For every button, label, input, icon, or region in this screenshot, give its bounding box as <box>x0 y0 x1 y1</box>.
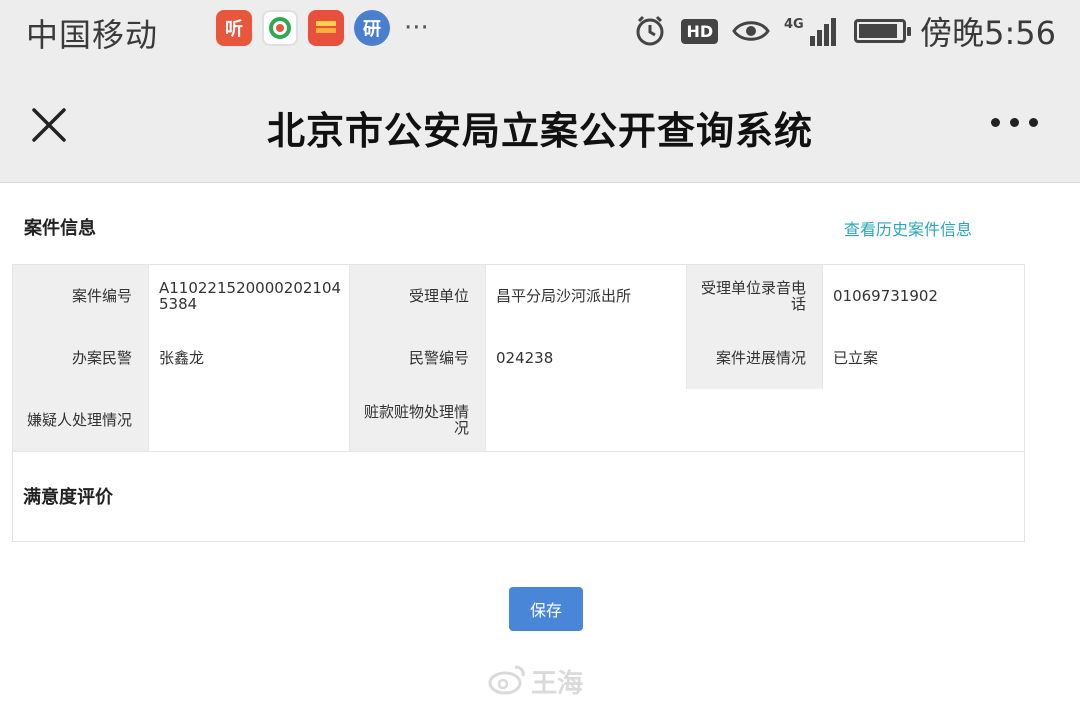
suspect-handling-label: 嫌疑人处理情况 <box>13 389 149 451</box>
table-row: 办案民警 张鑫龙 民警编号 024238 案件进展情况 已立案 <box>13 327 1024 390</box>
clock-time: 傍晚5:56 <box>920 14 1056 52</box>
huawei-app-icon <box>308 10 344 46</box>
case-info-heading: 案件信息 <box>24 218 96 239</box>
battery-icon <box>854 19 912 43</box>
officer-label: 办案民警 <box>13 327 149 389</box>
status-indicators: HD 4G 傍晚5:56 <box>633 8 1056 54</box>
unit-phone-value: 01069731902 <box>823 265 1024 327</box>
case-progress-value: 已立案 <box>823 327 1024 389</box>
view-history-link[interactable]: 查看历史案件信息 <box>844 216 972 240</box>
unit-phone-label: 受理单位录音电话 <box>687 265 823 327</box>
title-bar: 北京市公安局立案公开查询系统 <box>0 62 1080 183</box>
notification-app-icons: 听 研 ··· <box>216 10 429 46</box>
table-row: 嫌疑人处理情况 赃款赃物处理情况 <box>13 389 1024 452</box>
officer-id-value: 024238 <box>486 327 687 389</box>
officer-value: 张鑫龙 <box>149 327 350 389</box>
hd-icon: HD <box>681 18 719 44</box>
case-progress-label: 案件进展情况 <box>687 327 823 389</box>
handling-unit-label: 受理单位 <box>350 265 486 327</box>
stolen-goods-handling-label: 赃款赃物处理情况 <box>350 389 486 451</box>
network-type-label: 4G <box>784 17 804 32</box>
yan-app-icon-label: 研 <box>363 19 381 40</box>
signal-4g-icon: 4G <box>784 14 840 48</box>
weibo-watermark: 王海 <box>487 662 583 700</box>
watermark-text: 王海 <box>531 668 584 699</box>
save-button[interactable]: 保存 <box>509 587 583 631</box>
case-info-table: 案件编号 A1102215200002021045384 受理单位 昌平分局沙河… <box>12 264 1025 542</box>
suspect-handling-value <box>149 389 350 451</box>
handling-unit-value: 昌平分局沙河派出所 <box>486 265 687 327</box>
officer-id-label: 民警编号 <box>350 327 486 389</box>
page-title: 北京市公安局立案公开查询系统 <box>266 109 813 153</box>
browser-app-icon <box>262 10 298 46</box>
satisfaction-heading: 满意度评价 <box>23 487 113 508</box>
ting-app-icon-label: 听 <box>225 19 243 40</box>
carrier-name: 中国移动 <box>26 16 159 54</box>
table-row: 案件编号 A1102215200002021045384 受理单位 昌平分局沙河… <box>13 265 1024 328</box>
ting-app-icon: 听 <box>216 10 252 46</box>
eye-comfort-icon <box>732 18 770 44</box>
status-bar: 中国移动 听 研 ··· HD 4G 傍晚5:56 <box>0 0 1080 62</box>
weibo-logo-icon <box>487 662 527 700</box>
alarm-clock-icon <box>633 14 667 48</box>
battery-level <box>859 24 897 38</box>
more-options-icon[interactable] <box>991 118 1038 127</box>
stolen-goods-handling-value <box>486 389 1024 451</box>
case-number-label: 案件编号 <box>13 265 149 327</box>
more-notifications-icon: ··· <box>404 13 429 43</box>
yan-app-icon: 研 <box>354 10 390 46</box>
case-number-value: A1102215200002021045384 <box>149 265 350 327</box>
